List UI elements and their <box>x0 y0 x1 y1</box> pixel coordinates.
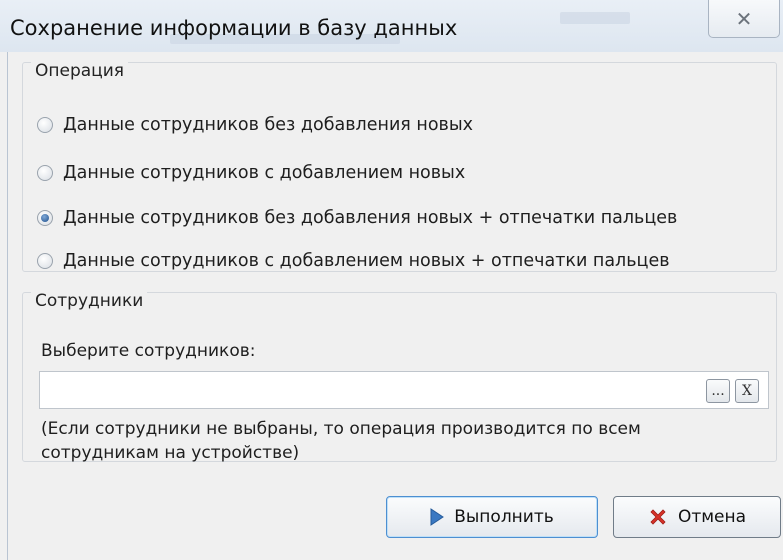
radio-button[interactable] <box>37 165 53 181</box>
clear-employees-button[interactable]: X <box>735 379 759 403</box>
close-button[interactable]: ✕ <box>708 0 780 38</box>
select-employees-label: Выберите сотрудников: <box>41 341 256 361</box>
operation-option-1[interactable]: Данные сотрудников без добавления новых <box>37 115 473 135</box>
run-button-label: Выполнить <box>454 507 554 527</box>
clear-x-icon: X <box>742 383 752 399</box>
operation-option-label: Данные сотрудников без добавления новых … <box>63 208 678 228</box>
operation-group-title: Операция <box>31 61 129 81</box>
ellipsis-icon: ... <box>711 383 725 399</box>
cancel-button[interactable]: Отмена <box>613 496 781 538</box>
operation-option-2[interactable]: Данные сотрудников с добавлением новых <box>37 163 465 183</box>
radio-button[interactable] <box>37 253 53 269</box>
operation-option-label: Данные сотрудников с добавлением новых +… <box>63 251 670 271</box>
run-button[interactable]: Выполнить <box>386 496 598 538</box>
employees-note: (Если сотрудники не выбраны, то операция… <box>41 419 641 463</box>
operation-group: Операция Данные сотрудников без добавлен… <box>22 61 777 272</box>
cancel-button-label: Отмена <box>677 507 747 527</box>
employees-input[interactable]: ... X <box>39 371 769 409</box>
window-title: Сохранение информации в базу данных <box>10 16 458 40</box>
title-bar: Сохранение информации в базу данных ✕ <box>0 0 783 52</box>
operation-option-4[interactable]: Данные сотрудников с добавлением новых +… <box>37 251 670 271</box>
browse-employees-button[interactable]: ... <box>706 379 730 403</box>
employees-group: Сотрудники Выберите сотрудников: ... X (… <box>22 291 777 463</box>
background-window-ghost <box>560 12 630 24</box>
play-icon <box>430 508 445 526</box>
radio-button[interactable] <box>37 117 53 133</box>
red-x-icon <box>648 507 668 527</box>
dialog-body: Операция Данные сотрудников без добавлен… <box>7 52 783 560</box>
employees-group-title: Сотрудники <box>31 291 148 311</box>
operation-option-label: Данные сотрудников с добавлением новых <box>63 163 466 183</box>
close-icon: ✕ <box>735 6 753 31</box>
radio-button-selected[interactable] <box>37 210 53 226</box>
operation-option-label: Данные сотрудников без добавления новых <box>63 115 474 135</box>
radio-dot <box>41 214 49 222</box>
operation-option-3[interactable]: Данные сотрудников без добавления новых … <box>37 208 677 228</box>
